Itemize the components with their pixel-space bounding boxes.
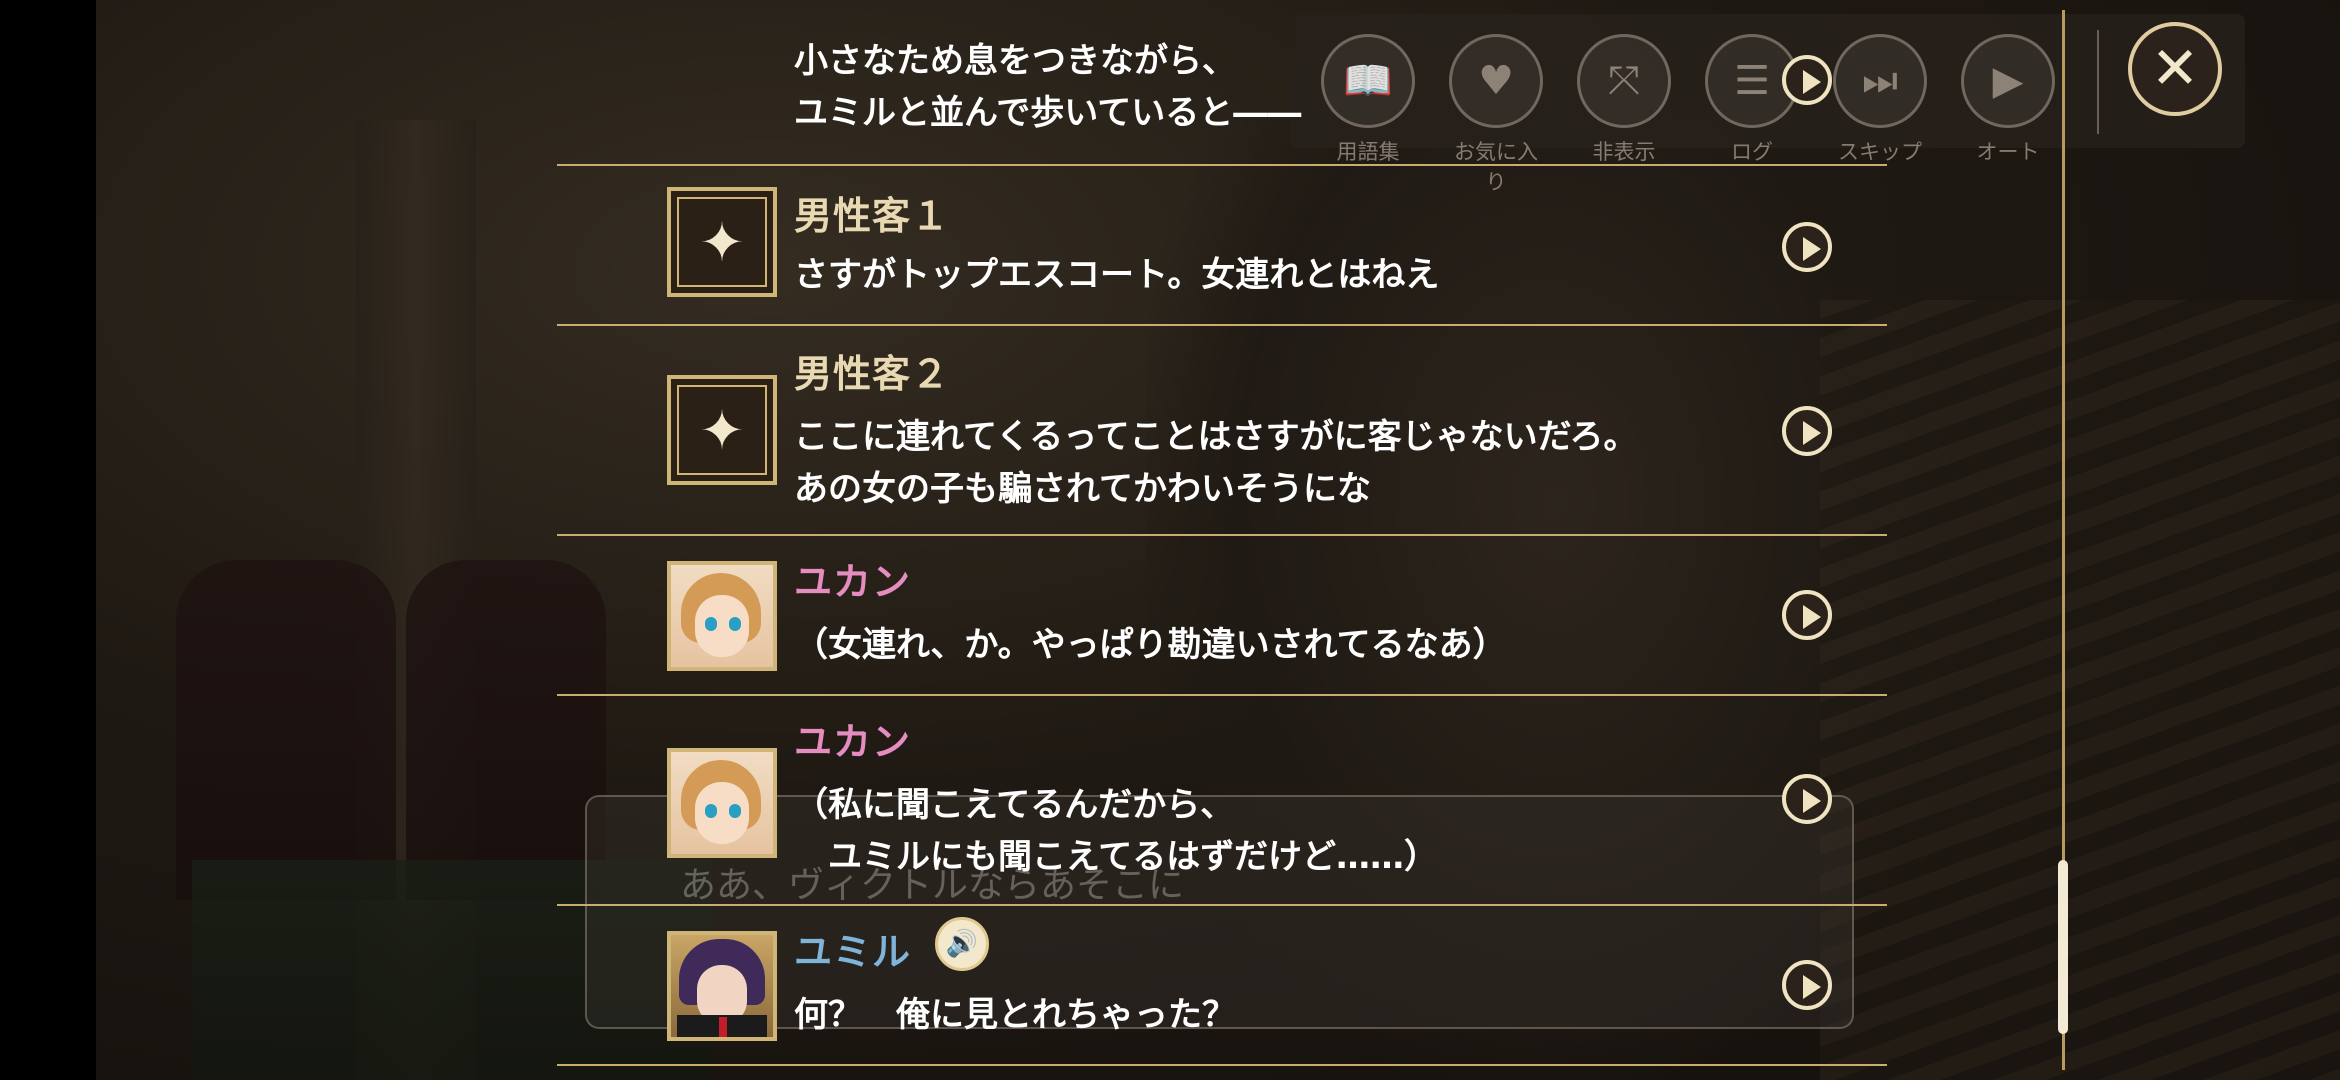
- yukan-portrait: [667, 748, 777, 858]
- yukan-portrait: [667, 561, 777, 671]
- log-scrollbar-thumb[interactable]: [2058, 860, 2068, 1034]
- close-log-button[interactable]: ✕: [2128, 22, 2222, 116]
- log-entry-text: 小さなため息をつきながら、 ユミルと並んで歩いていると――: [794, 41, 1302, 133]
- replay-voice-button[interactable]: [1782, 590, 1832, 640]
- auto-label: オート: [1976, 140, 2040, 164]
- close-icon: ✕: [2150, 34, 2200, 102]
- replay-voice-button[interactable]: [1782, 406, 1832, 456]
- letterbox-left: [0, 0, 96, 1080]
- sparkle-icon: ✦: [677, 385, 767, 475]
- log-entry-text: （私に聞こえてるんだから、 ユミルにも聞こえてるはずだけど……）: [794, 785, 1438, 877]
- log-entry-text: 何？ 俺に見とれちゃった？: [794, 995, 1236, 1035]
- speaker-avatar: ✦: [667, 375, 777, 485]
- auto-button[interactable]: ▶ オート: [1958, 34, 2058, 166]
- speaker-name: ユカン: [794, 560, 912, 604]
- replay-voice-button[interactable]: [1782, 960, 1832, 1010]
- log-entry: ユミル 🔊 何？ 俺に見とれちゃった？: [557, 905, 1887, 1065]
- auto-icon: ▶: [1961, 34, 2055, 128]
- log-entry: 小さなため息をつきながら、 ユミルと並んで歩いていると――: [557, 30, 1887, 165]
- speaker-avatar: ✦: [667, 187, 777, 297]
- log-entry-text: ここに連れてくるってことはさすがに客じゃないだろ。 あの女の子も騙されてかわいそ…: [794, 417, 1638, 509]
- speaker-name: ユミル: [794, 930, 912, 974]
- log-entry: ユカン （私に聞こえてるんだから、 ユミルにも聞こえてるはずだけど……）: [557, 695, 1887, 905]
- control-divider: [2097, 30, 2099, 134]
- speaker-name: 男性客１: [794, 194, 951, 238]
- story-log-screen: ああ、ヴィクトルならあそこに 📖 用語集 ♥ お気に入り ⤧ 非表示 ☰ ログ …: [0, 0, 2340, 1080]
- log-entry: ✦ 男性客１ さすがトップエスコート。女連れとはねえ: [557, 165, 1887, 325]
- log-entry-text: さすがトップエスコート。女連れとはねえ: [794, 255, 1440, 295]
- replay-voice-button[interactable]: [1782, 774, 1832, 824]
- replay-voice-button[interactable]: [1782, 222, 1832, 272]
- speaker-name: 男性客２: [794, 352, 951, 396]
- log-divider: [557, 1064, 1887, 1066]
- yumil-portrait: [667, 931, 777, 1041]
- speaker-icon[interactable]: 🔊: [935, 917, 989, 971]
- log-entry-text: （女連れ、か。やっぱり勘違いされてるなあ）: [794, 625, 1507, 665]
- log-entry: ✦ 男性客２ ここに連れてくるってことはさすがに客じゃないだろ。 あの女の子も騙…: [557, 325, 1887, 535]
- log-entry: ユカン （女連れ、か。やっぱり勘違いされてるなあ）: [557, 535, 1887, 695]
- replay-voice-button[interactable]: [1782, 55, 1832, 105]
- sparkle-icon: ✦: [677, 197, 767, 287]
- speaker-name: ユカン: [794, 720, 912, 764]
